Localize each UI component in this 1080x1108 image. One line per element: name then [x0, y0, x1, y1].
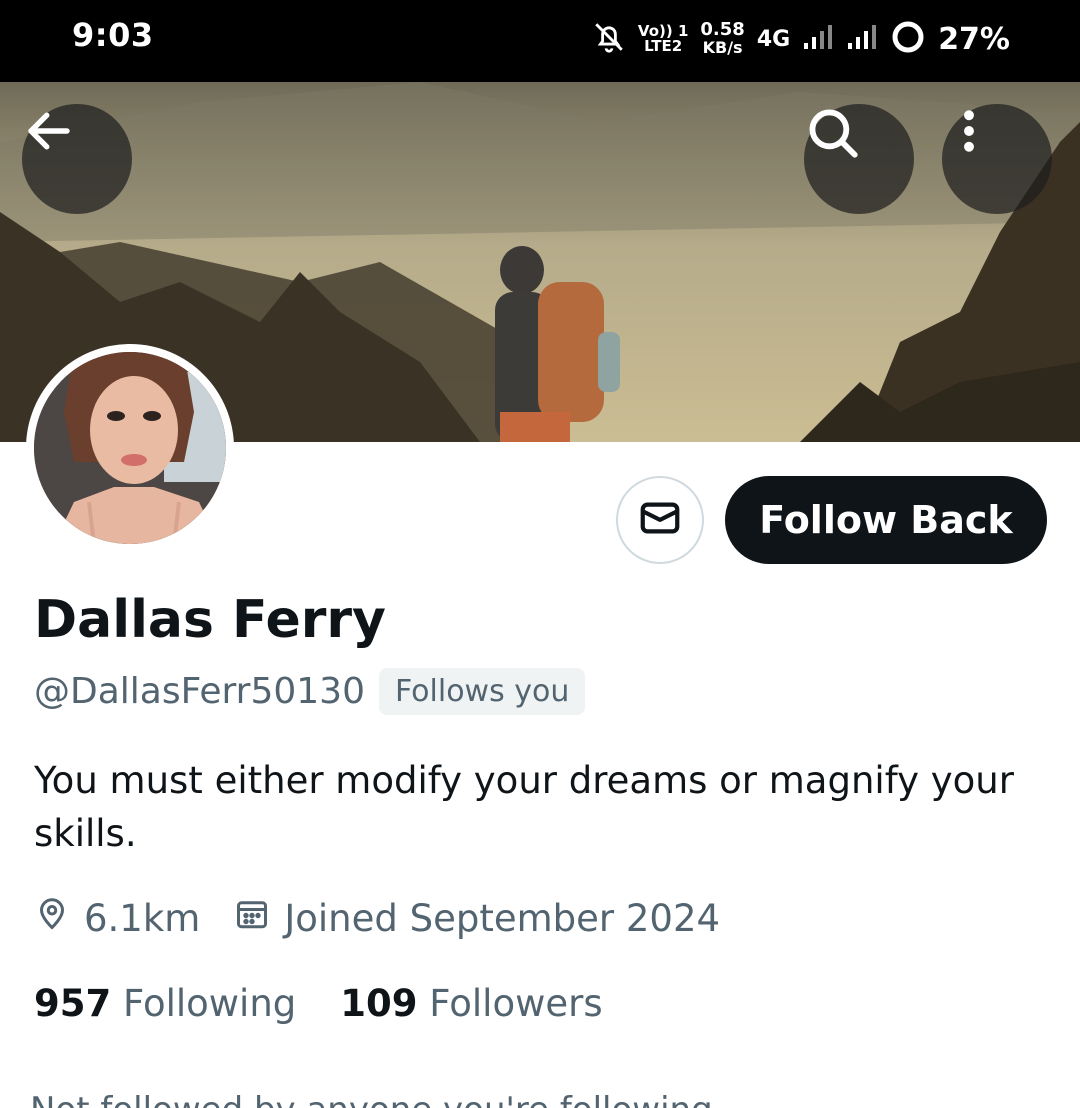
followers-label: Followers — [429, 982, 603, 1025]
following-link[interactable]: 957 Following — [34, 982, 296, 1025]
battery-percent: 27% — [938, 21, 1010, 57]
follow-back-button[interactable]: Follow Back — [725, 476, 1047, 564]
more-options-button[interactable] — [942, 104, 1052, 214]
following-count: 957 — [34, 982, 112, 1025]
network-speed: 0.58 KB/s — [700, 19, 745, 57]
followed-by-text: Not followed by anyone you're following — [30, 1090, 713, 1108]
calendar-icon — [234, 896, 270, 941]
network-type: 4G — [756, 26, 791, 52]
mail-icon — [637, 495, 683, 545]
joined-item: Joined September 2024 — [234, 896, 720, 941]
follows-you-badge: Follows you — [378, 668, 586, 715]
search-button[interactable] — [804, 104, 914, 214]
volte-indicator: Vo)) 1 LTE2 — [637, 22, 689, 55]
signal-icon-2 — [846, 23, 878, 55]
profile-handle: @DallasFerr50130 — [34, 671, 365, 712]
profile-bio: You must either modify your dreams or ma… — [34, 759, 1014, 855]
followers-link[interactable]: 109 Followers — [340, 982, 602, 1025]
status-bar: 9:03 Vo)) 1 LTE2 0.58 KB/s 4G 27% — [0, 0, 1080, 82]
follow-stats: 957 Following 109 Followers — [34, 982, 647, 1025]
profile-avatar[interactable] — [26, 344, 234, 552]
following-label: Following — [123, 982, 297, 1025]
joined-text: Joined September 2024 — [284, 897, 721, 940]
avatar-image — [34, 352, 226, 544]
location-item: 6.1km — [34, 896, 200, 941]
message-button[interactable] — [616, 476, 704, 564]
mute-icon — [592, 20, 626, 58]
followers-count: 109 — [340, 982, 418, 1025]
handle-row: @DallasFerr50130 Follows you — [34, 668, 586, 715]
location-text: 6.1km — [84, 897, 201, 940]
location-pin-icon — [34, 896, 70, 941]
status-icons: Vo)) 1 LTE2 0.58 KB/s 4G 27% — [592, 14, 1010, 64]
battery-icon — [890, 19, 926, 59]
signal-icon — [802, 23, 834, 55]
back-button[interactable] — [22, 104, 132, 214]
status-time: 9:03 — [72, 16, 154, 54]
profile-name: Dallas Ferry — [34, 590, 386, 650]
profile-meta: 6.1km Joined September 2024 — [34, 896, 754, 941]
